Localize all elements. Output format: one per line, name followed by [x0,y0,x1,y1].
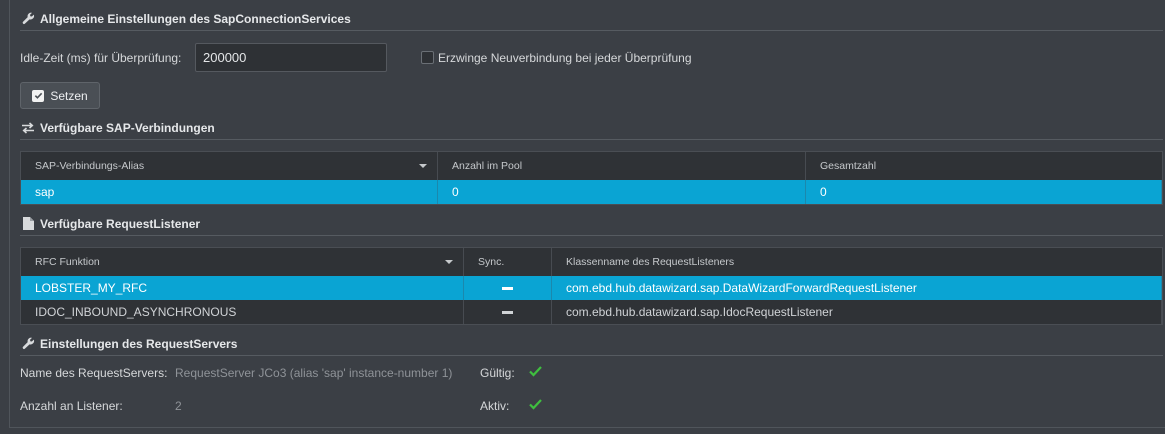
column-header-total-label: Gesamtzahl [820,160,877,172]
server-settings-header: Einstellungen des RequestServers [20,332,1163,356]
check-square-icon [32,89,45,102]
column-header-sync-label: Sync. [478,256,505,268]
cell-rfc: LOBSTER_MY_RFC [21,276,464,300]
column-header-pool-label: Anzahl im Pool [452,160,523,172]
dash-icon [502,310,513,314]
force-reconnect-checkbox[interactable] [421,51,434,64]
valid-check-icon [529,365,542,380]
column-header-alias[interactable]: SAP-Verbindungs-Alias [21,152,438,180]
connections-title: Verfügbare SAP-Verbindungen [40,120,215,135]
server-name-label: Name des RequestServers: [20,366,168,380]
idle-time-label: Idle-Zeit (ms) für Überprüfung: [20,51,182,65]
connections-table: SAP-Verbindungs-Alias Anzahl im Pool Ges… [20,151,1163,205]
column-header-classname[interactable]: Klassenname des RequestListeners [552,248,1162,276]
table-row[interactable]: sap 0 0 [21,180,1162,204]
cell-total: 0 [806,180,1162,204]
cell-rfc: IDOC_INBOUND_ASYNCHRONOUS [21,300,464,324]
connections-table-header: SAP-Verbindungs-Alias Anzahl im Pool Ges… [21,152,1162,180]
listeners-table-header: RFC Funktion Sync. Klassenname des Reque… [21,248,1162,276]
cell-classname: com.ebd.hub.datawizard.sap.IdocRequestLi… [552,300,1162,324]
set-button[interactable]: Setzen [20,82,100,109]
listeners-title: Verfügbare RequestListener [40,216,201,231]
exchange-icon [20,121,36,134]
active-label: Aktiv: [480,399,510,413]
column-header-classname-label: Klassenname des RequestListeners [566,256,735,268]
cell-sync [464,276,552,300]
wrench-icon [20,12,36,25]
connections-header: Verfügbare SAP-Verbindungen [20,116,1163,140]
column-header-total[interactable]: Gesamtzahl [806,152,1162,180]
column-header-sync[interactable]: Sync. [464,248,552,276]
server-settings-title: Einstellungen des RequestServers [40,336,238,351]
listener-count-label: Anzahl an Listener: [20,399,123,413]
listeners-header: Verfügbare RequestListener [20,212,1163,236]
general-settings-header: Allgemeine Einstellungen des SapConnecti… [20,7,1163,31]
dash-icon [502,286,513,290]
listener-count-value: 2 [175,399,182,413]
general-settings-title: Allgemeine Einstellungen des SapConnecti… [40,11,351,26]
column-header-rfc[interactable]: RFC Funktion [21,248,464,276]
active-check-icon [529,398,542,413]
cell-sync [464,300,552,324]
force-reconnect-label: Erzwinge Neuverbindung bei jeder Überprü… [438,51,692,65]
sap-connection-service-panel: Allgemeine Einstellungen des SapConnecti… [9,0,1165,428]
column-header-rfc-label: RFC Funktion [35,256,100,268]
wrench-icon [20,337,36,350]
file-icon [20,217,36,230]
listeners-table: RFC Funktion Sync. Klassenname des Reque… [20,247,1163,325]
sort-caret-icon[interactable] [419,164,427,168]
cell-classname: com.ebd.hub.datawizard.sap.DataWizardFor… [552,276,1162,300]
valid-label: Gültig: [480,366,515,380]
table-row[interactable]: LOBSTER_MY_RFC com.ebd.hub.datawizard.sa… [21,276,1162,300]
idle-time-input[interactable] [195,43,387,72]
column-header-pool[interactable]: Anzahl im Pool [438,152,806,180]
column-header-alias-label: SAP-Verbindungs-Alias [35,160,145,172]
set-button-label: Setzen [50,88,88,103]
server-name-value: RequestServer JCo3 (alias 'sap' instance… [175,366,453,380]
cell-alias: sap [21,180,438,204]
cell-pool: 0 [438,180,806,204]
sort-caret-icon[interactable] [445,260,453,264]
table-row[interactable]: IDOC_INBOUND_ASYNCHRONOUS com.ebd.hub.da… [21,300,1162,324]
